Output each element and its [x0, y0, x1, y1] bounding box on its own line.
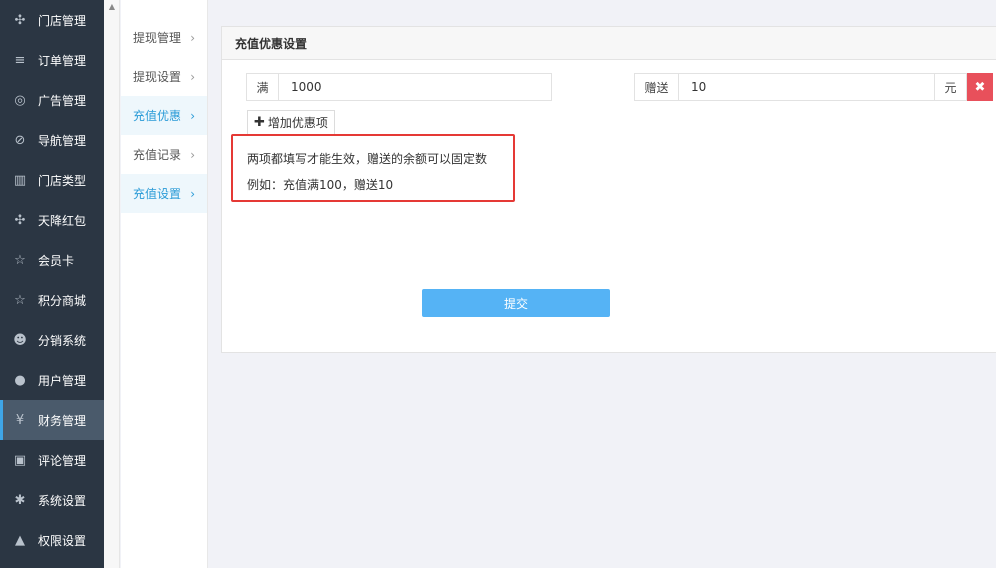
- subnav-item-label: 充值设置: [133, 187, 182, 201]
- compass-icon: ⊘: [14, 132, 26, 148]
- subnav-item-label: 充值记录: [133, 148, 182, 162]
- chevron-right-icon: ›: [190, 69, 195, 84]
- sidebar-item-finance[interactable]: ¥ 财务管理: [0, 400, 104, 440]
- sidebar-item-store-type[interactable]: ▥ 门店类型: [0, 160, 104, 200]
- subnav-item-recharge-promo[interactable]: 充值优惠 ›: [121, 96, 207, 135]
- sidebar-item-red-packet[interactable]: ✣ 天降红包: [0, 200, 104, 240]
- bank-icon: ▥: [13, 172, 27, 188]
- sidebar-item-member-card[interactable]: ☆ 会员卡: [0, 240, 104, 280]
- users-icon: ☻: [13, 332, 27, 348]
- sidebar-item-label: 门店管理: [38, 13, 87, 28]
- sidebar-item-label: 评论管理: [38, 453, 87, 468]
- subnav-item-withdraw-manage[interactable]: 提现管理 ›: [121, 18, 207, 57]
- panel-title: 充值优惠设置: [222, 27, 996, 60]
- lock-icon: ▲: [15, 532, 25, 548]
- main-sidebar: ✣ 门店管理 ≡ 订单管理 ◎ 广告管理 ⊘ 导航管理 ▥ 门店类型 ✣ 天降红包 ☆ 会员卡…: [0, 0, 104, 568]
- subnav-item-label: 提现管理: [133, 31, 182, 45]
- promo-hint-box: 两项都填写才能生效，赠送的余额可以固定数 例如：充值满100，赠送10: [231, 134, 515, 202]
- money-icon: ▣: [13, 452, 27, 468]
- sidebar-item-label: 用户管理: [38, 373, 87, 388]
- subnav-item-recharge-settings[interactable]: 充值设置 ›: [121, 174, 207, 213]
- scroll-up-arrow-icon[interactable]: ▲: [104, 2, 120, 11]
- chevron-right-icon: ›: [190, 186, 195, 201]
- sidebar-item-label: 会员卡: [38, 253, 75, 268]
- sidebar-item-label: 权限设置: [38, 533, 87, 548]
- sidebar-item-label: 订单管理: [38, 53, 87, 68]
- user-icon: ●: [14, 372, 26, 388]
- sidebar-item-label: 积分商城: [38, 293, 87, 308]
- sidebar-item-permissions[interactable]: ▲ 权限设置: [0, 520, 104, 560]
- chevron-right-icon: ›: [190, 108, 195, 123]
- yen-icon: ¥: [15, 412, 25, 428]
- cog-icon: ✱: [14, 492, 26, 508]
- sidebar-item-label: 分销系统: [38, 333, 87, 348]
- sidebar-item-label: 系统设置: [38, 493, 87, 508]
- sidebar-item-label: 财务管理: [38, 413, 87, 428]
- sidebar-item-label: 门店类型: [38, 173, 87, 188]
- sidebar-item-store[interactable]: ✣ 门店管理: [0, 0, 104, 40]
- delete-promo-button[interactable]: ✖: [967, 73, 993, 101]
- gift-input[interactable]: 10: [679, 73, 935, 101]
- threshold-input[interactable]: 1000: [279, 73, 552, 101]
- sidebar-item-label: 导航管理: [38, 133, 87, 148]
- star-half-icon: ☆: [14, 292, 26, 308]
- star-half-icon: ☆: [14, 252, 26, 268]
- recharge-promo-panel: 充值优惠设置 满 1000 赠送 10 元 ✖ ✚ 增加优惠项 两项都填写才能生…: [221, 26, 996, 353]
- close-icon: ✖: [974, 79, 986, 95]
- sidebar-item-comments[interactable]: ▣ 评论管理: [0, 440, 104, 480]
- chevron-right-icon: ›: [190, 147, 195, 162]
- sidebar-item-users[interactable]: ● 用户管理: [0, 360, 104, 400]
- sidebar-item-system-settings[interactable]: ✱ 系统设置: [0, 480, 104, 520]
- promo-gift-group: 赠送 10 元 ✖: [634, 73, 993, 102]
- cubes-icon: ✣: [14, 12, 26, 28]
- subnav-item-withdraw-settings[interactable]: 提现设置 ›: [121, 57, 207, 96]
- gift-label: 赠送: [634, 73, 679, 101]
- hint-line-2: 例如：充值满100，赠送10: [247, 178, 394, 192]
- finance-subnav: 提现管理 › 提现设置 › 充值优惠 › 充值记录 › 充值设置 ›: [121, 0, 208, 568]
- add-promo-label: 增加优惠项: [267, 116, 328, 130]
- sidebar-item-points-mall[interactable]: ☆ 积分商城: [0, 280, 104, 320]
- cubes-icon: ✣: [14, 212, 26, 228]
- plus-icon: ✚: [254, 115, 265, 130]
- threshold-label: 满: [246, 73, 279, 101]
- sidebar-item-label: 天降红包: [38, 213, 87, 228]
- lifebuoy-icon: ◎: [14, 92, 26, 108]
- subnav-item-label: 充值优惠: [133, 109, 182, 123]
- hint-line-1: 两项都填写才能生效，赠送的余额可以固定数: [247, 152, 488, 166]
- add-promo-button[interactable]: ✚ 增加优惠项: [247, 110, 335, 135]
- subnav-item-label: 提现设置: [133, 70, 182, 84]
- sidebar-scrollbar[interactable]: ▲: [104, 0, 120, 568]
- sidebar-item-ads[interactable]: ◎ 广告管理: [0, 80, 104, 120]
- unit-label: 元: [935, 73, 967, 101]
- sidebar-item-label: 广告管理: [38, 93, 87, 108]
- sidebar-item-nav[interactable]: ⊘ 导航管理: [0, 120, 104, 160]
- list-icon: ≡: [14, 52, 26, 68]
- sidebar-item-distribution[interactable]: ☻ 分销系统: [0, 320, 104, 360]
- chevron-right-icon: ›: [190, 30, 195, 45]
- submit-button[interactable]: 提交: [422, 289, 610, 317]
- sidebar-item-orders[interactable]: ≡ 订单管理: [0, 40, 104, 80]
- promo-threshold-group: 满 1000: [246, 73, 552, 102]
- subnav-item-recharge-records[interactable]: 充值记录 ›: [121, 135, 207, 174]
